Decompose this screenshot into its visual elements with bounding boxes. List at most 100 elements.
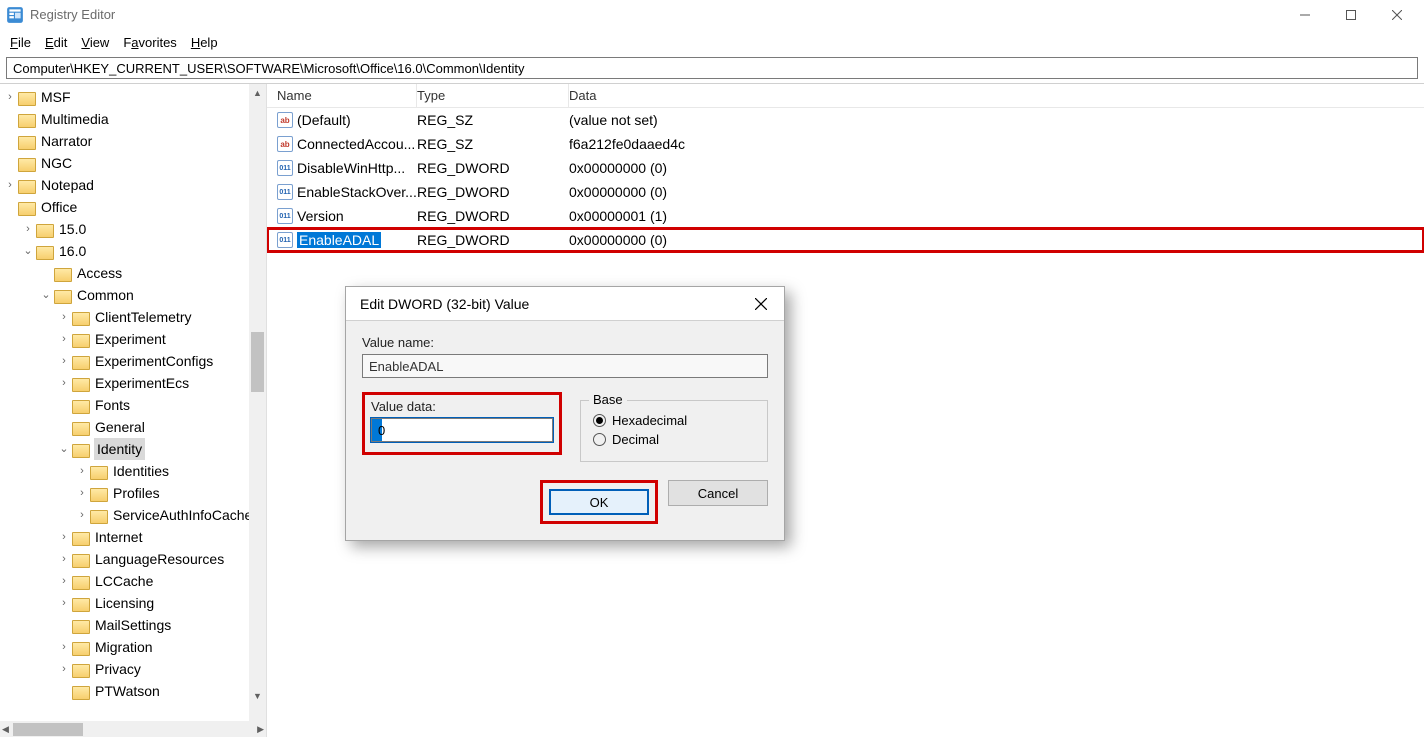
value-data-label: Value data:: [371, 399, 553, 414]
chevron-right-icon[interactable]: ›: [74, 507, 90, 523]
menu-view[interactable]: View: [81, 35, 109, 50]
tree-item-msf[interactable]: ›MSF: [0, 86, 266, 108]
menu-edit[interactable]: Edit: [45, 35, 67, 50]
tree-item-label: MailSettings: [94, 614, 172, 636]
value-name-label: Value name:: [362, 335, 768, 350]
chevron-right-icon[interactable]: ›: [56, 375, 72, 391]
tree-item-experiment[interactable]: ›Experiment: [0, 328, 266, 350]
tree-item-internet[interactable]: › Internet: [0, 526, 266, 548]
tree-item-common[interactable]: ⌄Common: [0, 284, 266, 306]
tree-item-label: 16.0: [58, 240, 87, 262]
tree-item-label: Internet: [94, 526, 143, 548]
value-name: DisableWinHttp...: [297, 160, 405, 176]
chevron-right-icon[interactable]: ›: [2, 177, 18, 193]
tree-item-office[interactable]: Office: [0, 196, 266, 218]
tree-item-serviceauthinfocache[interactable]: ›ServiceAuthInfoCache: [0, 504, 266, 526]
chevron-right-icon[interactable]: ›: [56, 353, 72, 369]
chevron-right-icon[interactable]: ›: [2, 89, 18, 105]
tree-horizontal-scrollbar[interactable]: ◀ ▶: [0, 721, 266, 737]
value-type: REG_DWORD: [417, 184, 569, 200]
values-header[interactable]: Name Type Data: [267, 84, 1424, 108]
tree-item-lccache[interactable]: ›LCCache: [0, 570, 266, 592]
chevron-down-icon[interactable]: ⌄: [56, 441, 72, 457]
tree-item-experimentecs[interactable]: ›ExperimentEcs: [0, 372, 266, 394]
chevron-right-icon[interactable]: ›: [56, 331, 72, 347]
radio-decimal[interactable]: Decimal: [593, 432, 755, 447]
maximize-button[interactable]: [1328, 0, 1374, 30]
minimize-button[interactable]: [1282, 0, 1328, 30]
tree-item-profiles[interactable]: ›Profiles: [0, 482, 266, 504]
tree-item-narrator[interactable]: Narrator: [0, 130, 266, 152]
chevron-right-icon[interactable]: ›: [56, 661, 72, 677]
value-row[interactable]: DisableWinHttp...REG_DWORD0x00000000 (0): [267, 156, 1424, 180]
tree-item-multimedia[interactable]: Multimedia: [0, 108, 266, 130]
chevron-down-icon[interactable]: ⌄: [20, 243, 36, 259]
tree-item-general[interactable]: General: [0, 416, 266, 438]
folder-icon: [72, 441, 90, 457]
folder-icon: [72, 595, 90, 611]
column-type[interactable]: Type: [417, 84, 569, 107]
chevron-right-icon[interactable]: ›: [56, 639, 72, 655]
window-title: Registry Editor: [30, 7, 115, 22]
radio-empty-icon: [593, 433, 606, 446]
title-bar: Registry Editor: [0, 0, 1424, 30]
chevron-right-icon[interactable]: ›: [56, 309, 72, 325]
column-data[interactable]: Data: [569, 84, 1424, 107]
tree-item-identities[interactable]: ›Identities: [0, 460, 266, 482]
tree-item-languageresources[interactable]: ›LanguageResources: [0, 548, 266, 570]
folder-icon: [90, 507, 108, 523]
chevron-right-icon[interactable]: ›: [56, 595, 72, 611]
value-row[interactable]: (Default)REG_SZ(value not set): [267, 108, 1424, 132]
menu-file[interactable]: File: [10, 35, 31, 50]
menu-favorites[interactable]: Favorites: [123, 35, 176, 50]
chevron-right-icon[interactable]: ›: [20, 221, 36, 237]
value-data-input[interactable]: [371, 418, 553, 442]
menu-help[interactable]: Help: [191, 35, 218, 50]
value-row[interactable]: ConnectedAccou...REG_SZf6a212fe0daaed4c: [267, 132, 1424, 156]
tree-item-access[interactable]: Access: [0, 262, 266, 284]
value-row[interactable]: EnableStackOver...REG_DWORD0x00000000 (0…: [267, 180, 1424, 204]
value-name: EnableStackOver...: [297, 184, 417, 200]
chevron-right-icon[interactable]: ›: [74, 463, 90, 479]
ok-button[interactable]: OK: [549, 489, 649, 515]
chevron-right-icon[interactable]: ›: [74, 485, 90, 501]
tree-item-label: ClientTelemetry: [94, 306, 192, 328]
value-row[interactable]: VersionREG_DWORD0x00000001 (1): [267, 204, 1424, 228]
close-button[interactable]: [1374, 0, 1420, 30]
folder-icon: [72, 573, 90, 589]
tree-item-migration[interactable]: ›Migration: [0, 636, 266, 658]
chevron-right-icon[interactable]: ›: [56, 529, 72, 545]
value-row[interactable]: EnableADALREG_DWORD0x00000000 (0): [267, 228, 1424, 252]
tree-item-ngc[interactable]: NGC: [0, 152, 266, 174]
tree-item-fonts[interactable]: Fonts: [0, 394, 266, 416]
dialog-close-button[interactable]: [748, 291, 774, 317]
value-data: 0x00000000 (0): [569, 232, 1424, 248]
tree-item-licensing[interactable]: ›Licensing: [0, 592, 266, 614]
address-input[interactable]: [6, 57, 1418, 79]
tree-item-privacy[interactable]: ›Privacy: [0, 658, 266, 680]
folder-icon: [72, 551, 90, 567]
tree-item-label: Notepad: [40, 174, 95, 196]
folder-icon: [18, 111, 36, 127]
tree-item-experimentconfigs[interactable]: ›ExperimentConfigs: [0, 350, 266, 372]
tree-item-identity[interactable]: ⌄Identity: [0, 438, 266, 460]
tree-item-16-0[interactable]: ⌄ 16.0: [0, 240, 266, 262]
tree-item-ptwatson[interactable]: PTWatson: [0, 680, 266, 702]
folder-icon: [72, 419, 90, 435]
column-name[interactable]: Name: [267, 84, 417, 107]
tree-vertical-scrollbar[interactable]: ▲ ▼: [249, 84, 266, 721]
chevron-right-icon[interactable]: ›: [56, 573, 72, 589]
tree-item-15-0[interactable]: ›15.0: [0, 218, 266, 240]
string-value-icon: [277, 112, 293, 128]
tree-item-mailsettings[interactable]: MailSettings: [0, 614, 266, 636]
chevron-right-icon[interactable]: ›: [56, 551, 72, 567]
chevron-down-icon[interactable]: ⌄: [38, 287, 54, 303]
folder-icon: [72, 661, 90, 677]
tree-item-label: Fonts: [94, 394, 131, 416]
tree-item-notepad[interactable]: › Notepad: [0, 174, 266, 196]
tree-item-label: Office: [40, 196, 78, 218]
value-name: Version: [297, 208, 344, 224]
radio-hexadecimal[interactable]: Hexadecimal: [593, 413, 755, 428]
tree-item-clienttelemetry[interactable]: › ClientTelemetry: [0, 306, 266, 328]
cancel-button[interactable]: Cancel: [668, 480, 768, 506]
